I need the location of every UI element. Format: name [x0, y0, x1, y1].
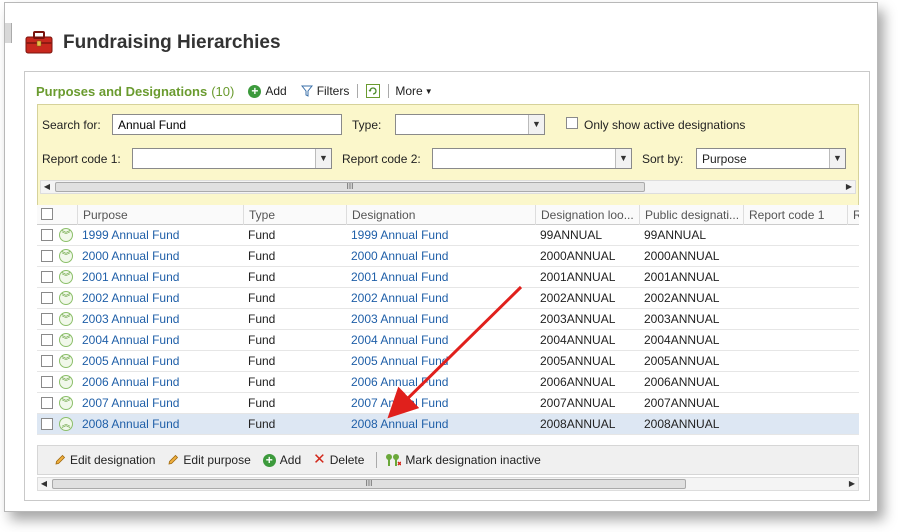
annotation-arrow-layer — [387, 285, 523, 419]
annotation-arrow — [387, 285, 523, 419]
